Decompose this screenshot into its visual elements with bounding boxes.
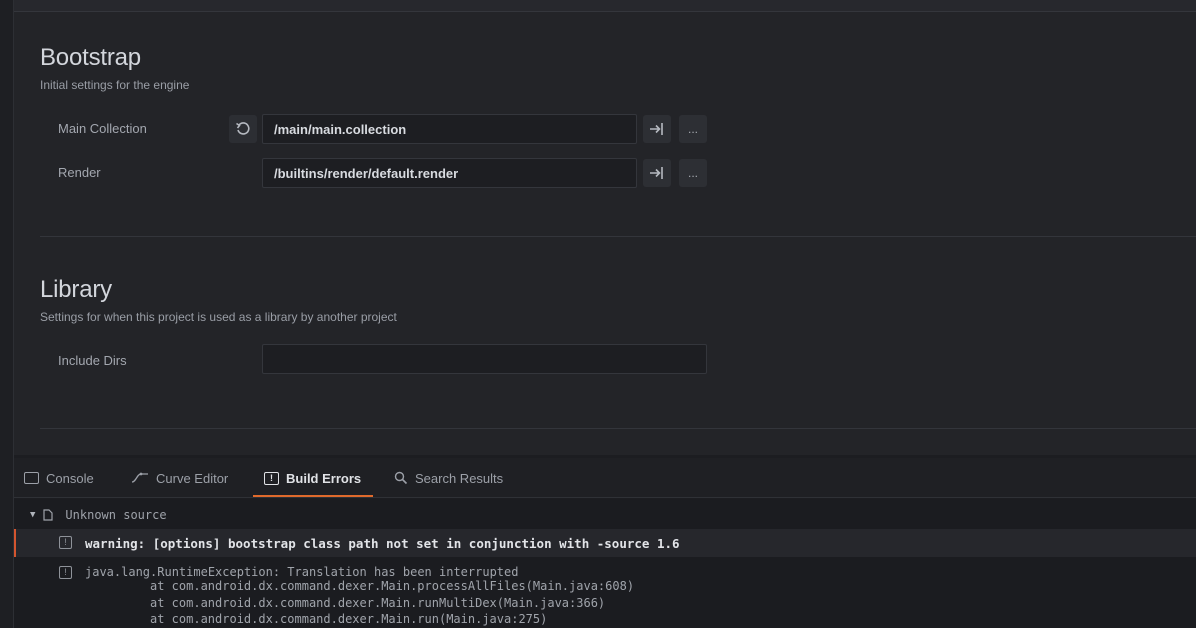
top-strip: [14, 0, 1196, 12]
section-divider: [40, 428, 1196, 429]
left-gutter: [0, 0, 14, 628]
goto-render-button[interactable]: [643, 159, 671, 187]
reset-icon: [236, 122, 250, 135]
reset-main-collection-button[interactable]: [229, 115, 257, 143]
tab-label: Curve Editor: [156, 470, 229, 486]
bootstrap-subtitle: Initial settings for the engine: [40, 78, 190, 92]
goto-main-collection-button[interactable]: [643, 115, 671, 143]
main-collection-label: Main Collection: [58, 121, 147, 136]
include-dirs-label: Include Dirs: [58, 353, 127, 368]
build-errors-icon: !: [264, 471, 279, 485]
include-dirs-field[interactable]: [262, 344, 707, 374]
search-icon: [394, 471, 408, 485]
tab-search-results[interactable]: Search Results: [394, 458, 503, 498]
library-section-header: Library Settings for when this project i…: [40, 276, 397, 324]
stack-trace-line: at com.android.dx.command.dexer.Main.pro…: [150, 579, 635, 593]
curve-icon: [131, 472, 148, 483]
bottom-tab-bar: Console Curve Editor ! Build Errors Sear…: [14, 458, 1196, 498]
goto-resource-icon: [650, 167, 663, 179]
collapse-triangle-icon[interactable]: ▼: [30, 510, 35, 520]
warning-message: warning: [options] bootstrap class path …: [85, 536, 680, 551]
file-icon: [43, 509, 54, 521]
bootstrap-title: Bootstrap: [40, 44, 141, 71]
render-field[interactable]: /builtins/render/default.render: [262, 158, 637, 188]
tab-curve-editor[interactable]: Curve Editor: [131, 458, 228, 498]
stack-trace-line: at com.android.dx.command.dexer.Main.run…: [150, 612, 548, 626]
error-icon: !: [59, 566, 72, 579]
tab-label: Search Results: [415, 470, 504, 486]
goto-resource-icon: [650, 123, 663, 135]
tab-label: Console: [46, 470, 94, 486]
library-title: Library: [40, 276, 112, 303]
library-subtitle: Settings for when this project is used a…: [40, 310, 397, 324]
stack-trace-line: at com.android.dx.command.dexer.Main.run…: [150, 596, 606, 610]
tab-build-errors[interactable]: ! Build Errors: [264, 458, 361, 498]
browse-main-collection-button[interactable]: ...: [679, 115, 707, 143]
render-label: Render: [58, 165, 101, 180]
tab-console[interactable]: Console: [24, 458, 94, 498]
active-tab-indicator: [253, 495, 373, 497]
console-icon: [24, 472, 39, 484]
error-message[interactable]: java.lang.RuntimeException: Translation …: [85, 565, 518, 579]
browse-render-button[interactable]: ...: [679, 159, 707, 187]
source-tree-node[interactable]: ▼ Unknown source: [30, 508, 167, 522]
bootstrap-section-header: Bootstrap Initial settings for the engin…: [40, 44, 189, 92]
tab-label: Build Errors: [286, 470, 362, 486]
section-divider: [40, 236, 1196, 237]
source-label: Unknown source: [65, 508, 167, 522]
warning-icon: !: [59, 536, 72, 549]
main-collection-field[interactable]: /main/main.collection: [262, 114, 637, 144]
